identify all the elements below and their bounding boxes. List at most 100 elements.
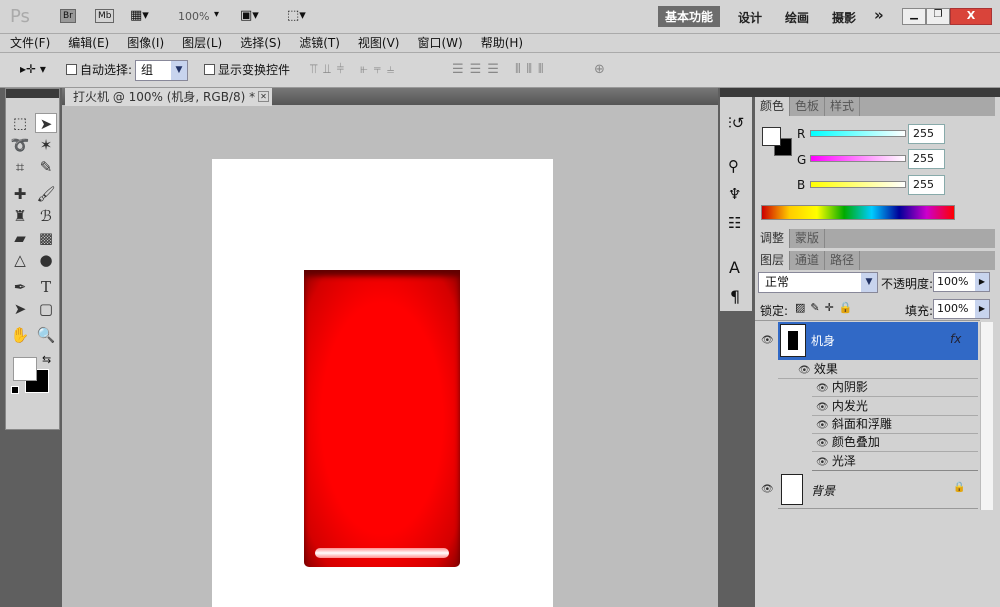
pen-tool-icon[interactable]: ✒ <box>9 277 31 297</box>
brush-presets-icon[interactable]: ⚲ <box>728 157 739 175</box>
effects-row[interactable]: 👁 效果 <box>778 360 978 379</box>
layer-name[interactable]: 背景 <box>811 482 835 499</box>
menu-window[interactable]: 窗口(W) <box>407 34 470 52</box>
chevron-right-icon[interactable]: ▶ <box>975 273 989 291</box>
path-selection-tool-icon[interactable]: ➤ <box>9 299 31 319</box>
lock-icons[interactable]: ▨✎✛🔒 <box>795 301 858 314</box>
eye-icon[interactable]: 👁 <box>816 383 832 394</box>
eye-icon[interactable]: 👁 <box>816 420 832 431</box>
menu-filter[interactable]: 滤镜(T) <box>289 34 348 52</box>
workspace-essentials[interactable]: 基本功能 <box>658 6 720 27</box>
dodge-tool-icon[interactable]: ● <box>35 250 57 270</box>
show-transform-checkbox[interactable] <box>204 64 215 75</box>
mini-bridge-button[interactable]: Mb <box>95 9 114 23</box>
color-fg-swatch[interactable] <box>762 127 781 146</box>
layers-scrollbar[interactable] <box>980 322 993 510</box>
minimize-button[interactable]: ▁ <box>902 8 926 25</box>
healing-brush-tool-icon[interactable]: ✚ <box>9 184 31 204</box>
tab-styles[interactable]: 样式 <box>825 97 860 116</box>
swap-colors-icon[interactable]: ⇆ <box>42 353 51 366</box>
history-icon[interactable]: ⫶↺ <box>728 114 744 132</box>
visibility-eye-icon[interactable]: 👁 <box>761 335 774 346</box>
tab-masks[interactable]: 蒙版 <box>790 229 825 248</box>
shape-tool-icon[interactable]: ▢ <box>35 299 57 319</box>
document-tab[interactable]: 打火机 @ 100% (机身, RGB/8) *✕ <box>65 88 272 106</box>
restore-button[interactable]: ❐ <box>926 8 950 25</box>
blend-mode-dropdown[interactable]: 正常▼ <box>758 272 878 293</box>
workspace-design[interactable]: 设计 <box>738 9 762 26</box>
effect-row[interactable]: 👁 光泽 <box>812 452 978 471</box>
zoom-level[interactable]: 100% <box>178 10 209 23</box>
eye-icon[interactable]: 👁 <box>798 365 814 376</box>
menu-file[interactable]: 文件(F) <box>0 34 58 52</box>
layer-name[interactable]: 机身 <box>811 332 835 349</box>
fx-icon[interactable]: fx <box>950 332 961 346</box>
view-extras-icon[interactable]: ▦▾ <box>130 8 149 23</box>
tab-layers[interactable]: 图层 <box>755 251 790 270</box>
character-icon[interactable]: A <box>729 258 740 277</box>
move-tool-preset-icon[interactable]: ▸✛ ▾ <box>20 62 46 76</box>
chevron-right-icon[interactable]: ▶ <box>975 300 989 318</box>
menu-help[interactable]: 帮助(H) <box>471 34 531 52</box>
b-value[interactable]: 255 <box>908 175 945 195</box>
auto-align-icon[interactable]: ⊕ <box>594 62 605 77</box>
effect-row[interactable]: 👁 内发光 <box>812 397 978 416</box>
menu-select[interactable]: 选择(S) <box>230 34 289 52</box>
eye-icon[interactable]: 👁 <box>816 438 832 449</box>
workspace-photography[interactable]: 摄影 <box>832 9 856 26</box>
gradient-tool-icon[interactable]: ▩ <box>35 228 57 248</box>
tab-swatches[interactable]: 色板 <box>790 97 825 116</box>
opacity-input[interactable]: 100%▶ <box>933 272 990 292</box>
magic-wand-tool-icon[interactable]: ✶ <box>35 135 57 155</box>
g-slider[interactable] <box>810 155 906 162</box>
menu-view[interactable]: 视图(V) <box>348 34 408 52</box>
effect-row[interactable]: 👁 斜面和浮雕 <box>812 415 978 434</box>
clone-stamp-tool-icon[interactable]: ♜ <box>9 206 31 226</box>
tool-presets-icon[interactable]: ☷ <box>728 214 741 232</box>
eye-icon[interactable]: 👁 <box>816 457 832 468</box>
menu-edit[interactable]: 编辑(E) <box>58 34 117 52</box>
history-brush-tool-icon[interactable]: ℬ <box>35 206 57 226</box>
menu-image[interactable]: 图像(I) <box>117 34 172 52</box>
brush-tool-icon[interactable]: 🖌 <box>35 184 57 204</box>
paragraph-icon[interactable]: ¶ <box>730 287 740 306</box>
tab-paths[interactable]: 路径 <box>825 251 860 270</box>
move-tool-icon[interactable]: ➤ <box>35 113 57 133</box>
bridge-button[interactable]: Br <box>60 9 76 23</box>
align-icons[interactable]: ⫪⫫⫩ ⫦⫧⫨ <box>310 62 400 77</box>
layer-row-body[interactable]: 机身 fx <box>778 322 978 360</box>
eyedropper-tool-icon[interactable]: ✎ <box>35 157 57 177</box>
more-workspaces[interactable]: » <box>874 6 884 24</box>
lasso-tool-icon[interactable]: ➰ <box>9 135 31 155</box>
b-slider[interactable] <box>810 181 906 188</box>
hand-tool-icon[interactable]: ✋ <box>9 325 31 345</box>
workspace-painting[interactable]: 绘画 <box>785 9 809 26</box>
arrange-documents-icon[interactable]: ▣▾ <box>240 8 259 23</box>
close-tab-icon[interactable]: ✕ <box>258 91 269 102</box>
tab-adjustments[interactable]: 调整 <box>755 229 790 248</box>
marquee-tool-icon[interactable]: ⬚ <box>9 113 31 133</box>
visibility-eye-icon[interactable]: 👁 <box>761 484 774 495</box>
screen-mode-icon[interactable]: ⬚▾ <box>287 8 306 23</box>
effect-row[interactable]: 👁 颜色叠加 <box>812 433 978 452</box>
effect-row[interactable]: 👁 内阴影 <box>812 378 978 397</box>
tab-channels[interactable]: 通道 <box>790 251 825 270</box>
layer-row-background[interactable]: 背景 🔒 <box>778 471 978 509</box>
default-colors-icon[interactable] <box>11 386 19 394</box>
blur-tool-icon[interactable]: △ <box>9 250 31 270</box>
distribute-icons[interactable]: ☰☰☰ ⫴⫴⫴ <box>452 62 549 77</box>
clone-source-icon[interactable]: ♆ <box>728 185 741 203</box>
color-spectrum-bar[interactable] <box>761 205 955 220</box>
close-button[interactable]: X <box>950 8 992 25</box>
tab-color[interactable]: 颜色 <box>755 97 790 116</box>
menu-layer[interactable]: 图层(L) <box>172 34 230 52</box>
zoom-tool-icon[interactable]: 🔍 <box>35 325 57 345</box>
eye-icon[interactable]: 👁 <box>816 402 832 413</box>
r-value[interactable]: 255 <box>908 124 945 144</box>
crop-tool-icon[interactable]: ⌗ <box>9 157 31 177</box>
g-value[interactable]: 255 <box>908 149 945 169</box>
foreground-color-swatch[interactable] <box>13 357 37 381</box>
type-tool-icon[interactable]: T <box>35 277 57 297</box>
auto-select-checkbox[interactable] <box>66 64 77 75</box>
fill-input[interactable]: 100%▶ <box>933 299 990 319</box>
